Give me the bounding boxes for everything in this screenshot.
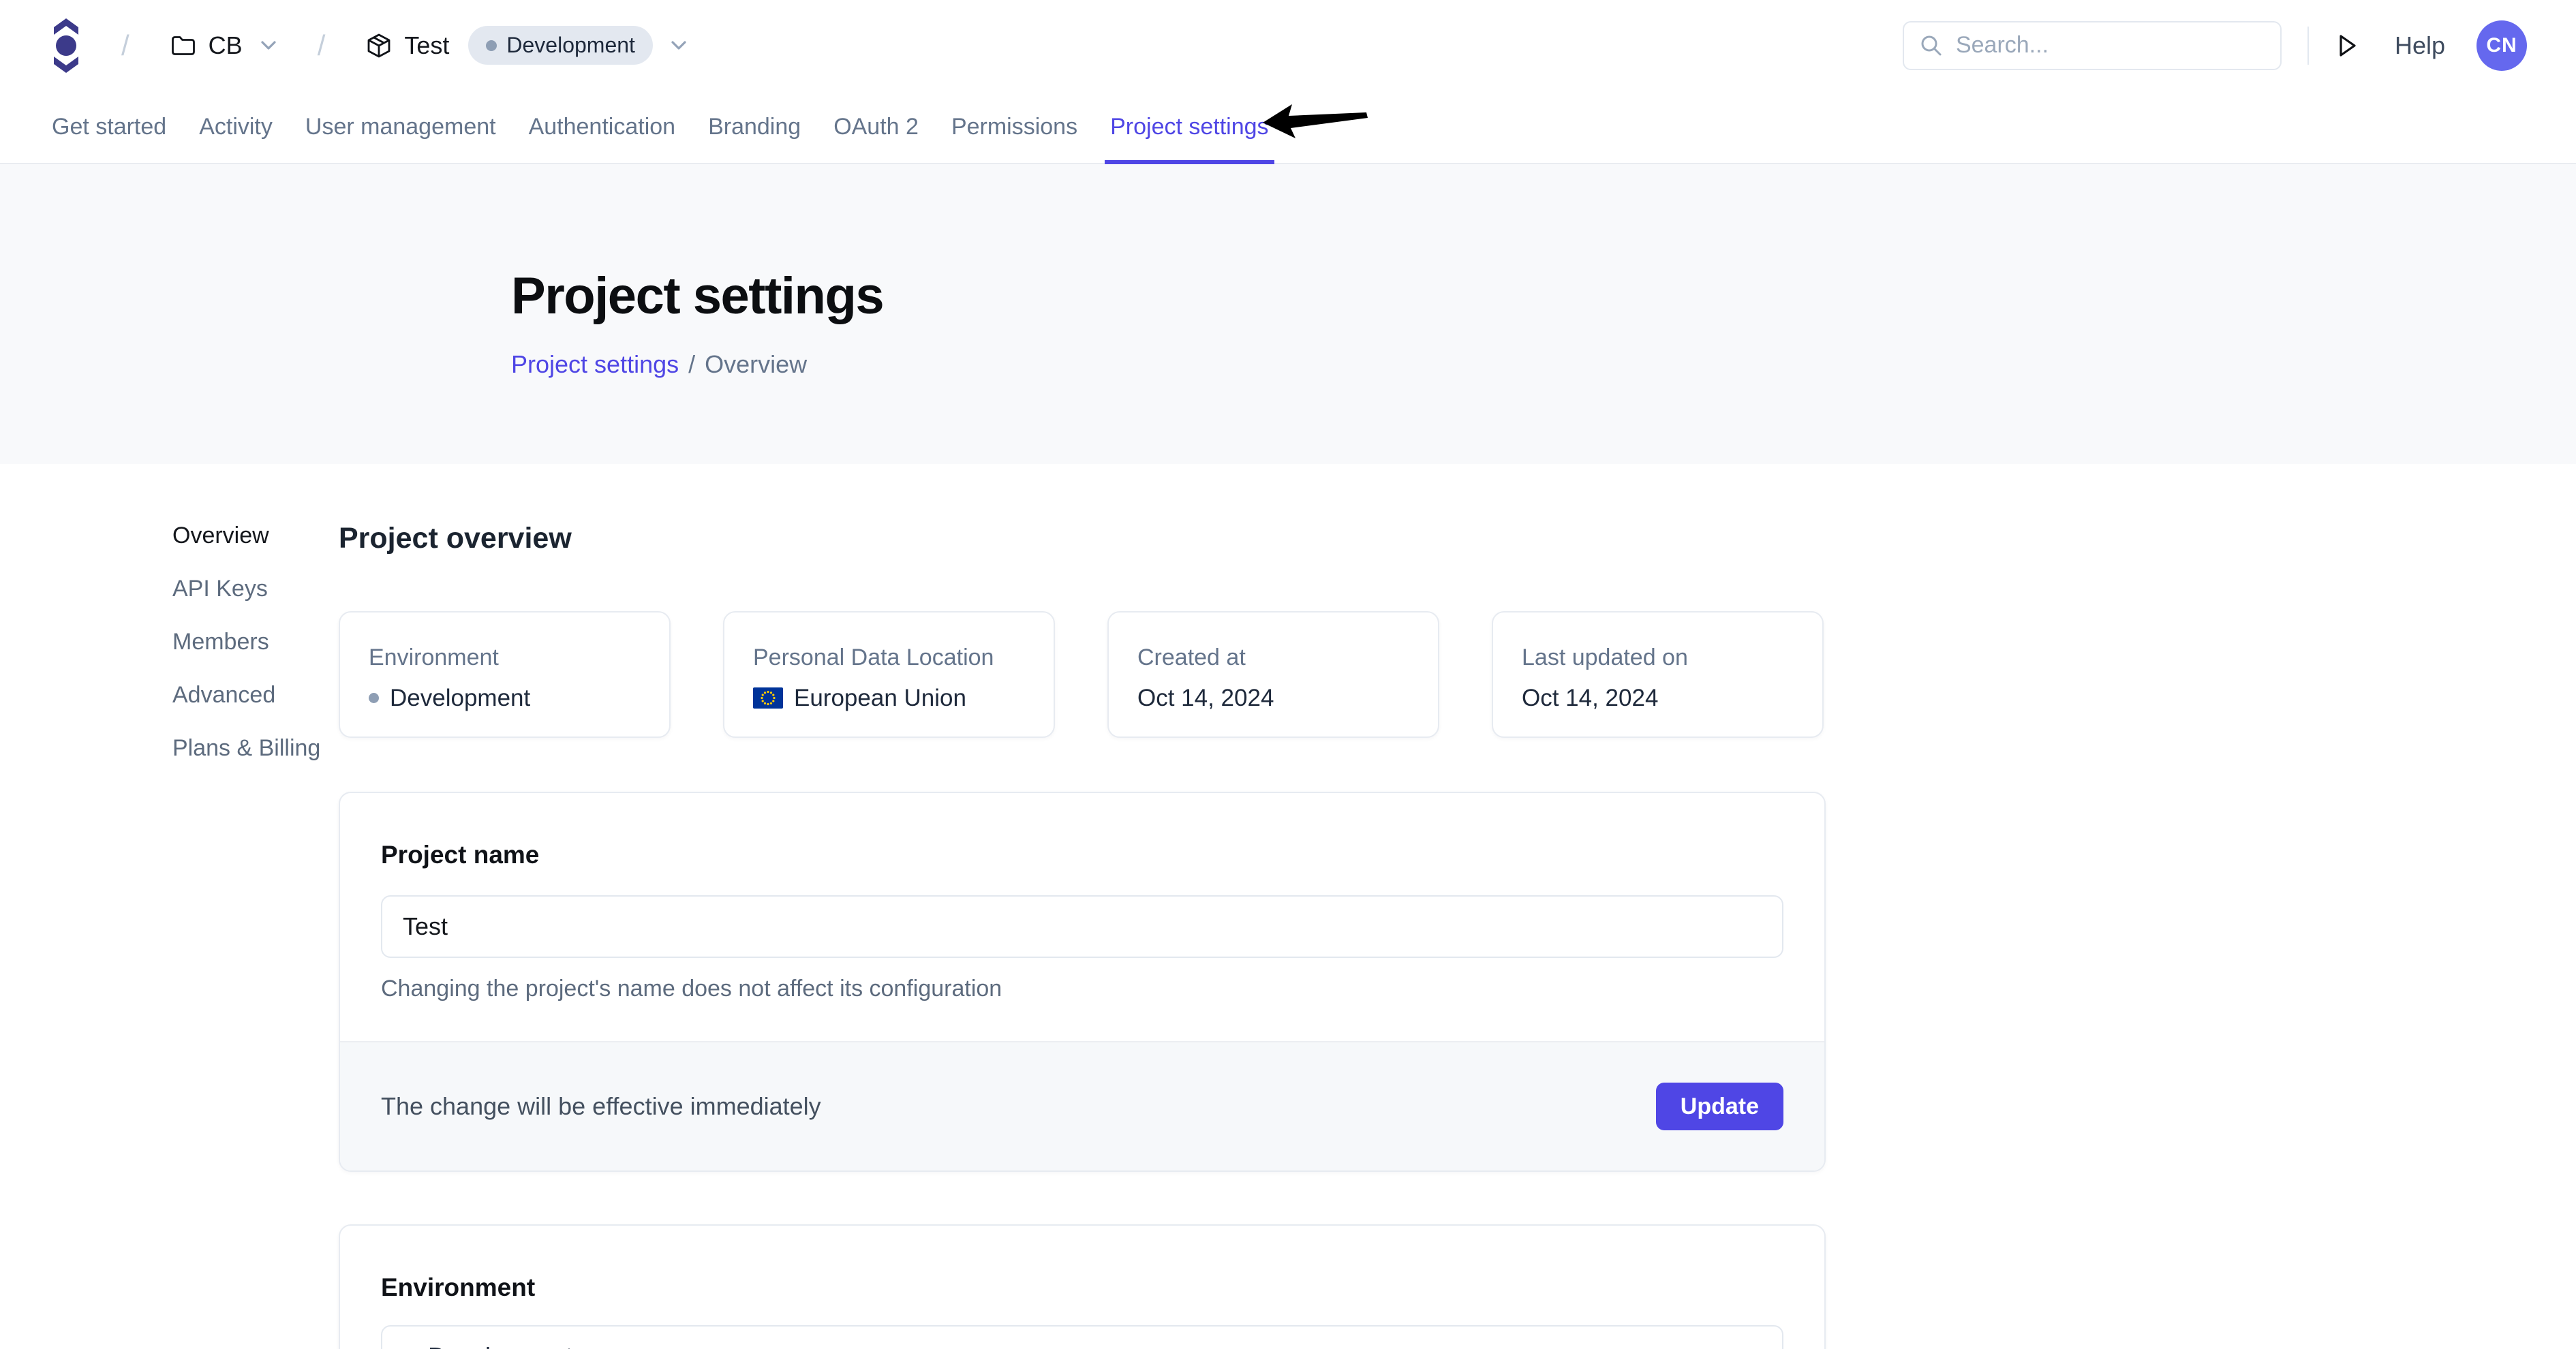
chevron-down-icon[interactable] [671,40,687,50]
breadcrumb-separator: / [688,350,695,379]
folder-icon [170,33,196,58]
content: Overview API Keys Members Advanced Plans… [0,464,2576,1349]
tab-activity[interactable]: Activity [199,91,273,163]
package-icon [366,33,392,59]
org-name: CB [209,31,243,60]
breadcrumb-project[interactable]: Test Development [366,26,687,65]
settings-main: Project overview Environment Development… [339,524,1826,1349]
project-name-label: Project name [381,842,1783,868]
breadcrumb: Project settings / Overview [511,350,2576,379]
tab-permissions[interactable]: Permissions [951,91,1077,163]
card-data-location: Personal Data Location [723,611,1055,738]
breadcrumb-current: Overview [705,350,807,379]
header-divider [2307,27,2309,65]
card-label: Last updated on [1522,644,1794,672]
top-bar: / CB / Test [0,0,2576,91]
play-button[interactable] [2335,33,2359,59]
environment-card: Environment Development [339,1224,1826,1349]
card-last-updated: Last updated on Oct 14, 2024 [1492,611,1824,738]
section-title: Project overview [339,524,1826,553]
environment-select-value: Development [428,1342,572,1349]
project-name-input[interactable] [381,895,1783,958]
update-button[interactable]: Update [1656,1083,1783,1130]
breadcrumb-org[interactable]: CB [170,31,277,60]
page-header: Project settings Project settings / Over… [0,164,2576,464]
top-right-cluster: Help CN [1903,20,2527,71]
search-icon [1919,33,1944,58]
app-screen: / CB / Test [0,0,2576,1349]
project-name-card: Project name Changing the project's name… [339,792,1826,1172]
settings-sidebar: Overview API Keys Members Advanced Plans… [0,524,339,1349]
sidebar-item-plans-billing[interactable]: Plans & Billing [172,736,339,760]
tab-project-settings[interactable]: Project settings [1110,91,1268,163]
card-value: Oct 14, 2024 [1137,684,1274,713]
card-label: Environment [369,644,641,672]
environment-badge-label: Development [506,33,635,58]
sidebar-item-members[interactable]: Members [172,630,339,653]
help-link[interactable]: Help [2395,31,2445,60]
chevron-down-icon [260,40,277,50]
tab-user-management[interactable]: User management [305,91,496,163]
environment-label: Environment [381,1275,1783,1301]
card-label: Created at [1137,644,1409,672]
status-dot [486,40,497,51]
card-created-at: Created at Oct 14, 2024 [1107,611,1439,738]
tab-oauth2[interactable]: OAuth 2 [833,91,919,163]
hanko-logo-icon[interactable] [52,17,80,74]
page-title: Project settings [511,266,2576,326]
card-value: Oct 14, 2024 [1522,684,1658,713]
sidebar-item-api-keys[interactable]: API Keys [172,577,339,600]
environment-badge[interactable]: Development [468,26,653,65]
breadcrumb-separator: / [318,29,326,62]
search-box[interactable] [1903,21,2282,70]
project-name-helper: Changing the project's name does not aff… [381,977,1783,1000]
card-environment: Environment Development [339,611,671,738]
project-name-footer: The change will be effective immediately… [340,1041,1824,1170]
eu-flag-icon [753,687,783,709]
breadcrumb-separator: / [121,29,129,62]
search-input[interactable] [1956,32,2265,59]
overview-cards: Environment Development Personal Data Lo… [339,611,1826,738]
tab-get-started[interactable]: Get started [52,91,166,163]
environment-select[interactable]: Development [381,1325,1783,1349]
sidebar-item-advanced[interactable]: Advanced [172,683,339,707]
card-label: Personal Data Location [753,644,1025,672]
card-value: European Union [794,684,966,713]
main-nav-tabs: Get started Activity User management Aut… [0,91,2576,164]
tab-branding[interactable]: Branding [708,91,801,163]
breadcrumb-link[interactable]: Project settings [511,350,679,379]
tab-authentication[interactable]: Authentication [529,91,676,163]
project-name: Test [404,31,449,60]
status-dot [369,693,379,703]
footer-note: The change will be effective immediately [381,1092,821,1121]
card-value: Development [390,684,530,713]
avatar[interactable]: CN [2477,20,2527,71]
sidebar-item-overview[interactable]: Overview [172,524,339,547]
